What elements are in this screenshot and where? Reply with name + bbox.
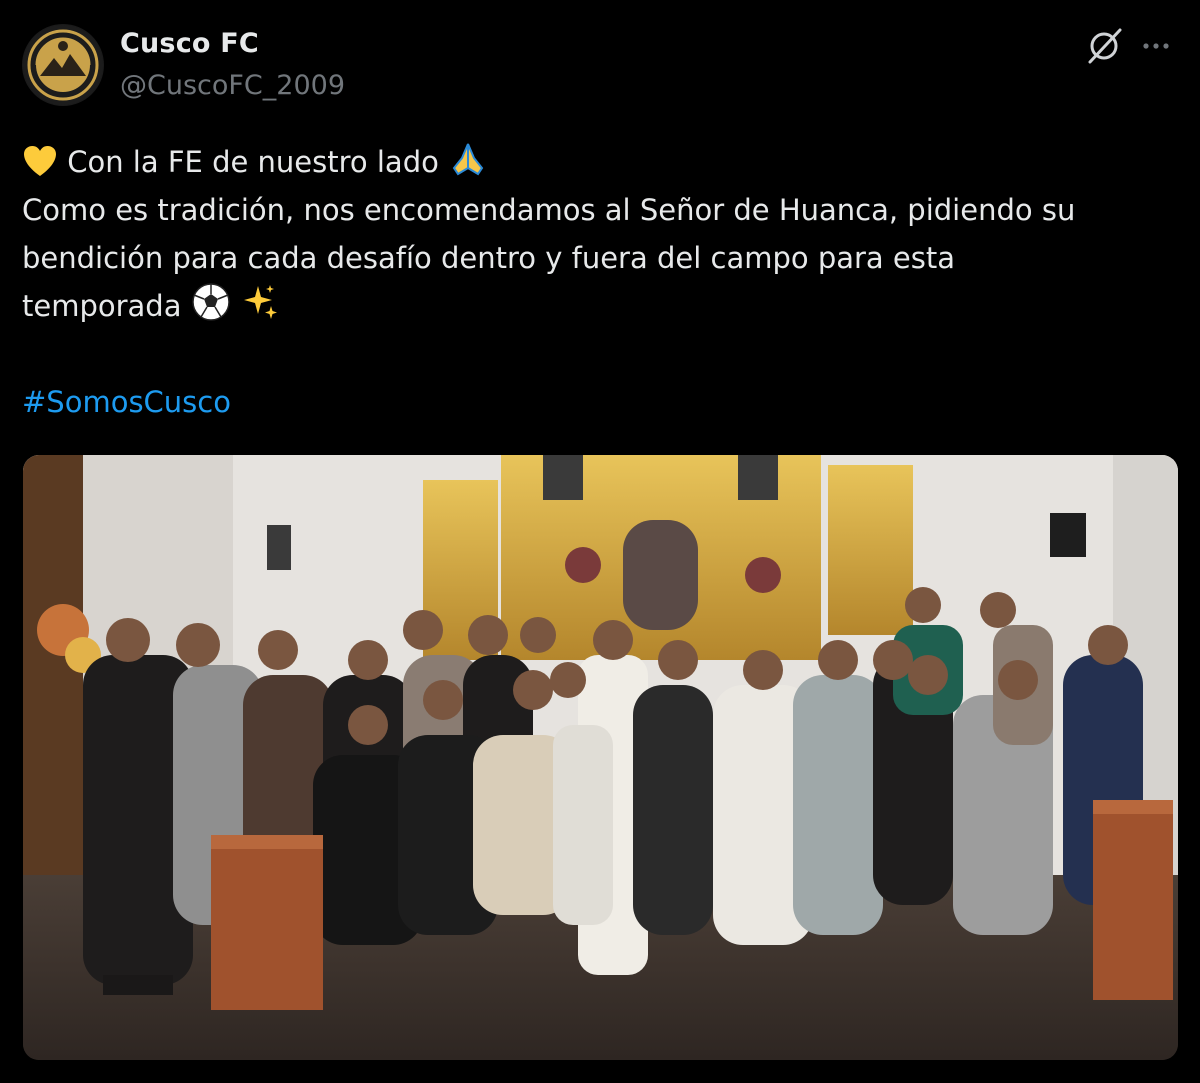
post-text-line-2: Como es tradición, nos encomendamos al S… (22, 193, 1076, 227)
author-display-name[interactable]: Cusco FC (120, 28, 259, 59)
post-text-line-1: Con la FE de nuestro lado (22, 138, 1182, 186)
post-hashtag-line: #SomosCusco (22, 378, 1182, 426)
post-text-line-4: temporada (22, 282, 1182, 330)
post-photo[interactable] (23, 455, 1178, 1060)
post-text-line-4-text: temporada (22, 289, 182, 323)
post-text-line-1-text: Con la FE de nuestro lado (67, 145, 439, 179)
team-group-photo (23, 455, 1178, 1060)
soccer-ball-icon (191, 282, 231, 336)
post-text-spacer (22, 330, 1182, 378)
cusco-fc-logo (23, 25, 103, 105)
post-text-line-3: bendición para cada desafío dentro y fue… (22, 241, 956, 275)
grok-icon[interactable] (1082, 26, 1126, 66)
avatar[interactable] (22, 24, 104, 106)
yellow-heart-icon (22, 144, 58, 192)
more-options-icon[interactable] (1136, 30, 1176, 62)
sparkles-icon (240, 282, 280, 336)
folded-hands-icon (448, 140, 488, 192)
hashtag-link[interactable]: #SomosCusco (22, 385, 231, 419)
post-text: Con la FE de nuestro lado Como es tradic… (22, 138, 1182, 426)
author-handle[interactable]: @CuscoFC_2009 (120, 70, 345, 101)
